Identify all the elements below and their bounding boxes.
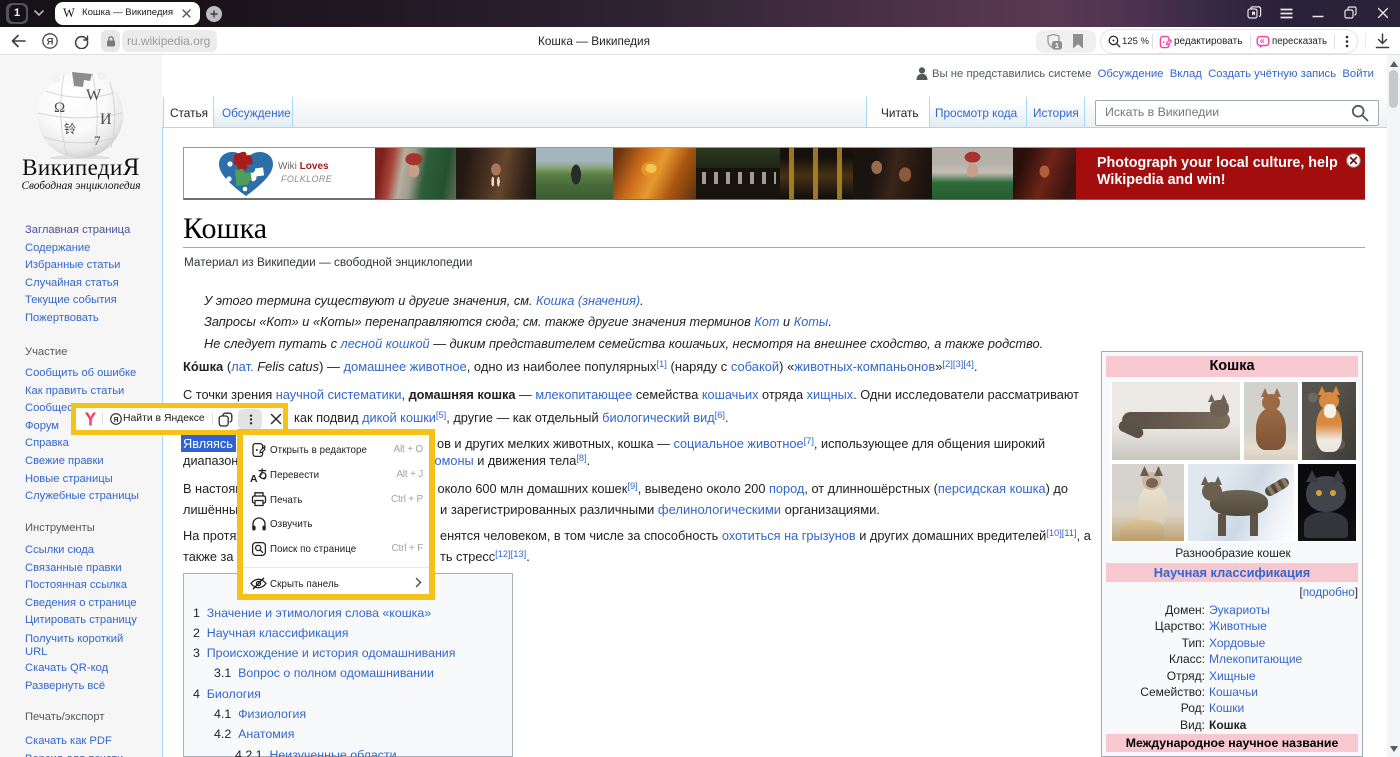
svg-text:Я: Я bbox=[113, 415, 118, 424]
